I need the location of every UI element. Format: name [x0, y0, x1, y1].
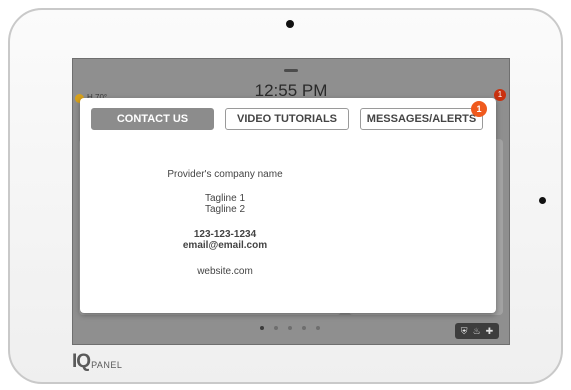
tab-video-tutorials[interactable]: VIDEO TUTORIALS [225, 108, 349, 130]
tab-contact-us[interactable]: CONTACT US [91, 108, 214, 130]
emergency-tray[interactable]: ⛨ ♨ ✚ [455, 323, 499, 339]
page-dot[interactable] [274, 326, 278, 330]
pull-down-handle[interactable] [284, 69, 298, 72]
page-dot[interactable] [260, 326, 264, 330]
provider-tagline-2: Tagline 2 [204, 204, 246, 215]
shield-icon[interactable]: ⛨ [461, 326, 468, 337]
flame-icon[interactable]: ♨ [473, 326, 481, 337]
page-indicator [260, 326, 320, 330]
brand-logo-text: PANEL [91, 360, 123, 370]
plus-icon[interactable]: ✚ [486, 326, 494, 337]
provider-email: email@email.com [182, 240, 268, 251]
tab-messages-alerts[interactable]: MESSAGES/ALERTS [360, 108, 483, 130]
page-dot[interactable] [316, 326, 320, 330]
camera-dot [286, 20, 294, 28]
alert-count-badge[interactable]: 1 [494, 89, 506, 101]
provider-phone: 123-123-1234 [193, 229, 257, 240]
provider-company-name: Provider's company name [167, 169, 283, 180]
brand-logo-mark: IQ [72, 351, 91, 372]
page-dot[interactable] [288, 326, 292, 330]
side-sensor-dot [539, 197, 546, 204]
page-dot[interactable] [302, 326, 306, 330]
provider-website: website.com [197, 266, 253, 277]
provider-tagline-1: Tagline 1 [204, 193, 246, 204]
brand-logo: IQ PANEL [72, 352, 122, 371]
messages-count-badge: 1 [471, 101, 487, 117]
contact-dialog: CONTACT US VIDEO TUTORIALS MESSAGES/ALER… [80, 98, 496, 313]
